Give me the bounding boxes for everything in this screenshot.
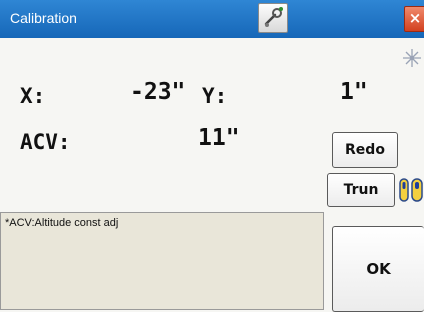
ok-button[interactable]: OK: [332, 226, 424, 312]
acv-value: 11": [198, 125, 240, 151]
redo-button[interactable]: Redo: [332, 132, 398, 168]
window-title: Calibration: [10, 10, 77, 26]
title-bar: Calibration ×: [0, 0, 424, 38]
x-label: X:: [20, 84, 46, 108]
y-value: 1": [340, 79, 368, 105]
x-value: -23": [130, 79, 186, 105]
star-icon: [403, 49, 421, 67]
y-label: Y:: [202, 84, 228, 108]
close-icon[interactable]: ×: [404, 6, 424, 32]
note-box: *ACV:Altitude const adj: [0, 212, 324, 310]
settings-icon[interactable]: [258, 3, 288, 33]
acv-label: ACV:: [20, 130, 71, 154]
trun-button[interactable]: Trun: [327, 173, 395, 207]
note-text: *ACV:Altitude const adj: [5, 217, 119, 229]
bubble-level-icon: [399, 178, 423, 202]
